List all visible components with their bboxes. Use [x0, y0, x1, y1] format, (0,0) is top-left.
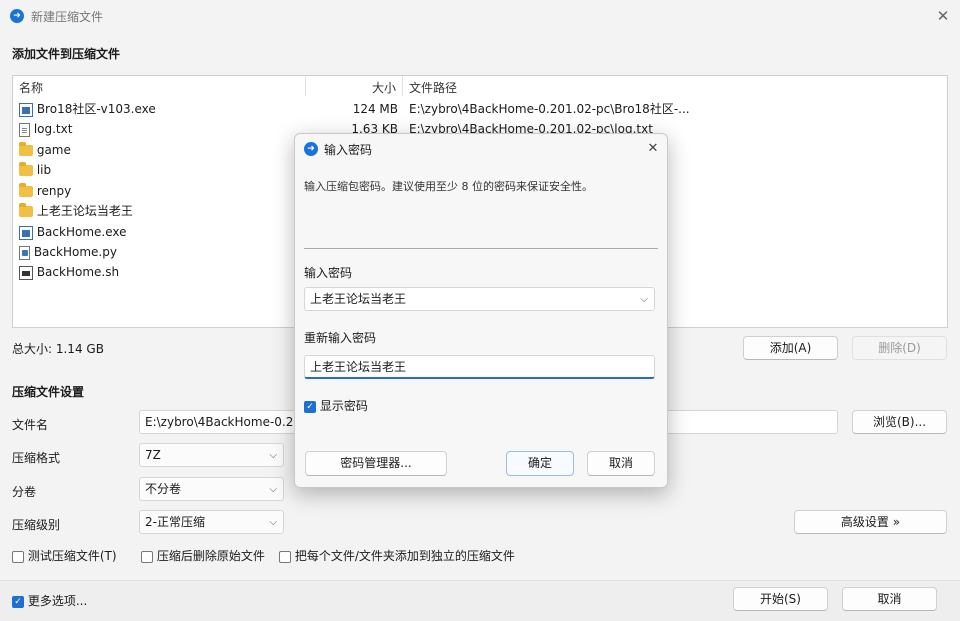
- add-button[interactable]: 添加(A): [743, 336, 838, 360]
- dialog-logo-icon: ➜: [304, 142, 318, 156]
- chevron-down-icon: ⌵: [269, 517, 277, 528]
- split-select[interactable]: 不分卷 ⌵: [139, 477, 284, 501]
- checkbox-box: [12, 550, 24, 563]
- python-file-icon: [19, 245, 30, 260]
- column-divider: [305, 76, 306, 96]
- title-bar: ➜ 新建压缩文件 ✕: [0, 0, 960, 32]
- checkbox-box: [141, 550, 153, 563]
- window-title: 新建压缩文件: [31, 10, 104, 24]
- folder-icon: [19, 142, 33, 156]
- file-name: game: [36, 143, 71, 157]
- check-icon: ✓: [304, 400, 316, 413]
- format-value: 7Z: [145, 448, 161, 462]
- list-item[interactable]: game: [19, 140, 71, 160]
- exe-icon: [19, 225, 33, 240]
- level-select[interactable]: 2-正常压缩 ⌵: [139, 510, 284, 534]
- list-item[interactable]: 上老王论坛当老王: [19, 201, 133, 221]
- chevron-down-icon: ⌵: [269, 450, 277, 461]
- folder-icon: [19, 203, 33, 217]
- password-value: 上老王论坛当老王: [310, 292, 407, 306]
- checkbox-label: 测试压缩文件(T): [27, 549, 117, 563]
- divider: [304, 248, 658, 249]
- browse-button[interactable]: 浏览(B)...: [852, 410, 947, 434]
- files-section-heading: 添加文件到压缩文件: [12, 47, 121, 61]
- reenter-password-label: 重新输入密码: [304, 331, 377, 345]
- start-button[interactable]: 开始(S): [733, 587, 828, 611]
- dialog-close-icon[interactable]: ✕: [642, 138, 664, 160]
- file-name: Bro18社区-v103.exe: [36, 102, 156, 116]
- dialog-cancel-button[interactable]: 取消: [587, 451, 655, 476]
- file-name: log.txt: [33, 122, 73, 136]
- checkbox-box: [279, 550, 291, 563]
- list-item[interactable]: renpy: [19, 181, 71, 201]
- column-divider: [402, 76, 403, 96]
- column-size-header[interactable]: 大小: [372, 79, 396, 96]
- checkbox-label: 显示密码: [319, 399, 368, 413]
- split-value: 不分卷: [145, 482, 182, 496]
- delete-button[interactable]: 删除(D): [852, 336, 947, 360]
- file-name: 上老王论坛当老王: [36, 204, 133, 218]
- file-name: lib: [36, 163, 52, 177]
- delete-after-checkbox[interactable]: 压缩后删除原始文件: [141, 547, 265, 564]
- checkbox-label: 把每个文件/文件夹添加到独立的压缩文件: [294, 549, 515, 563]
- list-item[interactable]: log.txt: [19, 119, 72, 139]
- file-name: BackHome.sh: [36, 265, 120, 279]
- list-item[interactable]: BackHome.sh: [19, 262, 119, 282]
- more-options-checkbox[interactable]: ✓ 更多选项...: [12, 592, 87, 609]
- folder-icon: [19, 162, 33, 176]
- folder-icon: [19, 183, 33, 197]
- filename-label: 文件名: [12, 418, 49, 432]
- level-label: 压缩级别: [12, 518, 61, 532]
- check-icon: ✓: [12, 595, 24, 608]
- advanced-settings-button[interactable]: 高级设置 »: [794, 510, 947, 534]
- app-logo-icon: ➜: [10, 9, 24, 23]
- window-close-icon[interactable]: ✕: [930, 4, 956, 28]
- separate-archives-checkbox[interactable]: 把每个文件/文件夹添加到独立的压缩文件: [279, 547, 515, 564]
- format-select[interactable]: 7Z ⌵: [139, 443, 284, 467]
- total-size-label: 总大小: 1.14 GB: [12, 342, 104, 356]
- list-item[interactable]: BackHome.py: [19, 242, 117, 262]
- chevron-down-icon: ⌵: [269, 484, 277, 495]
- text-file-icon: [19, 122, 30, 137]
- dialog-message: 输入压缩包密码。建议使用至少 8 位的密码来保证安全性。: [304, 180, 593, 193]
- cancel-button[interactable]: 取消: [842, 587, 937, 611]
- password-manager-button[interactable]: 密码管理器...: [305, 451, 447, 476]
- level-value: 2-正常压缩: [145, 515, 205, 529]
- password-label: 输入密码: [304, 266, 353, 280]
- format-label: 压缩格式: [12, 451, 61, 465]
- checkbox-label: 更多选项...: [27, 594, 88, 608]
- file-name: renpy: [36, 184, 72, 198]
- shell-file-icon: [19, 265, 33, 280]
- test-archive-checkbox[interactable]: 测试压缩文件(T): [12, 547, 117, 564]
- list-item[interactable]: lib: [19, 160, 51, 180]
- file-name: BackHome.exe: [36, 225, 127, 239]
- list-item[interactable]: BackHome.exe: [19, 222, 127, 242]
- show-password-checkbox[interactable]: ✓ 显示密码: [304, 397, 368, 414]
- settings-heading: 压缩文件设置: [12, 385, 85, 399]
- file-size: 124 MB: [352, 102, 398, 116]
- ok-button[interactable]: 确定: [506, 451, 574, 476]
- reenter-password-input[interactable]: 上老王论坛当老王: [304, 355, 655, 379]
- column-name-header[interactable]: 名称: [19, 79, 43, 96]
- exe-icon: [19, 102, 33, 117]
- split-label: 分卷: [12, 485, 37, 499]
- file-name: BackHome.py: [33, 245, 117, 259]
- column-path-header[interactable]: 文件路径: [409, 79, 457, 96]
- chevron-down-icon: ⌵: [640, 294, 648, 305]
- checkbox-label: 压缩后删除原始文件: [156, 549, 265, 563]
- password-select[interactable]: 上老王论坛当老王 ⌵: [304, 287, 655, 311]
- file-path: E:\zybro\4BackHome-0.201.02-pc\Bro18社区-.…: [409, 102, 690, 116]
- dialog-title: 输入密码: [324, 143, 373, 157]
